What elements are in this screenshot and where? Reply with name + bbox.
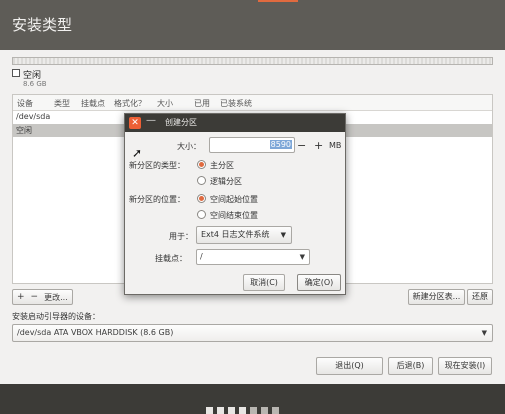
location-start-label: 空间起始位置	[210, 195, 258, 204]
close-icon[interactable]: ✕	[129, 117, 141, 129]
bootloader-label: 安装启动引导器的设备：	[12, 312, 100, 321]
partition-bar	[12, 57, 493, 65]
dialog-title: 创建分区	[165, 118, 197, 127]
cancel-button[interactable]: 取消(C)	[243, 274, 285, 291]
progress-dot	[250, 407, 257, 414]
quit-button[interactable]: 退出(Q)	[316, 357, 383, 375]
progress-dot	[261, 407, 268, 414]
chevron-down-icon: ▼	[481, 329, 487, 337]
size-decrease-button[interactable]: −	[297, 139, 306, 152]
logical-partition-radio[interactable]	[197, 176, 206, 185]
use-as-select[interactable]: Ext4 日志文件系统 ▼	[196, 226, 292, 244]
col-installed[interactable]: 已装系统	[220, 98, 252, 109]
table-action-buttons: + − 更改...	[12, 289, 73, 305]
location-end-radio[interactable]	[197, 210, 206, 219]
minimize-icon[interactable]: —	[146, 115, 156, 126]
add-partition-button[interactable]: +	[17, 292, 25, 302]
primary-partition-label: 主分区	[210, 161, 234, 170]
location-end-label: 空间结束位置	[210, 211, 258, 220]
progress-dots	[206, 407, 279, 414]
mount-point-value: /	[200, 252, 203, 261]
back-button[interactable]: 后退(B)	[388, 357, 433, 375]
remove-partition-button[interactable]: −	[31, 292, 39, 302]
progress-dot	[206, 407, 213, 414]
size-value: 8590	[269, 140, 292, 149]
col-mount[interactable]: 挂载点	[81, 98, 105, 109]
bootloader-device-value: /dev/sda ATA VBOX HARDDISK (8.6 GB)	[17, 328, 174, 337]
partition-type-label: 新分区的类型：	[129, 161, 185, 170]
size-increase-button[interactable]: +	[314, 139, 323, 152]
titlebar-accent	[258, 0, 298, 2]
progress-dot	[272, 407, 279, 414]
new-partition-table-button[interactable]: 新建分区表...	[408, 289, 465, 305]
use-as-label: 用于：	[169, 232, 193, 241]
chevron-down-icon[interactable]: ▼	[300, 250, 305, 264]
create-partition-dialog: ✕ — 创建分区 大小： 8590 − + MB 新分区的类型： 主分区 逻辑分…	[124, 113, 346, 295]
mount-point-label: 挂载点：	[155, 254, 187, 263]
location-start-radio[interactable]	[197, 194, 206, 203]
table-header: 设备 类型 挂载点 格式化？ 大小 已用 已装系统	[13, 95, 492, 111]
window-titlebar: 安装类型	[0, 0, 505, 50]
dialog-titlebar: ✕ — 创建分区	[125, 114, 345, 132]
size-unit: MB	[329, 141, 342, 150]
chevron-down-icon: ▼	[280, 231, 286, 239]
free-space-legend-size: 8.6 GB	[23, 80, 47, 88]
use-as-value: Ext4 日志文件系统	[201, 230, 270, 239]
bootloader-device-select[interactable]: /dev/sda ATA VBOX HARDDISK (8.6 GB) ▼	[12, 324, 493, 342]
logical-partition-label: 逻辑分区	[210, 177, 242, 186]
progress-dot	[217, 407, 224, 414]
col-type[interactable]: 类型	[54, 98, 70, 109]
col-device[interactable]: 设备	[17, 98, 33, 109]
progress-dot	[239, 407, 246, 414]
mount-point-combo[interactable]: / ▼	[196, 249, 310, 265]
col-used[interactable]: 已用	[194, 98, 210, 109]
col-size[interactable]: 大小	[157, 98, 173, 109]
free-space-legend-swatch	[12, 69, 20, 77]
partition-location-label: 新分区的位置：	[129, 195, 185, 204]
size-input[interactable]: 8590	[209, 137, 295, 153]
ok-button[interactable]: 确定(O)	[297, 274, 341, 291]
mouse-cursor-icon: ➚	[132, 146, 143, 160]
page-title: 安装类型	[12, 16, 73, 34]
install-now-button[interactable]: 现在安装(I)	[438, 357, 492, 375]
change-partition-button[interactable]: 更改...	[44, 292, 68, 303]
size-label: 大小：	[177, 142, 201, 151]
primary-partition-radio[interactable]	[197, 160, 206, 169]
progress-dot	[228, 407, 235, 414]
col-format[interactable]: 格式化？	[114, 98, 146, 109]
revert-button[interactable]: 还原	[467, 289, 493, 305]
